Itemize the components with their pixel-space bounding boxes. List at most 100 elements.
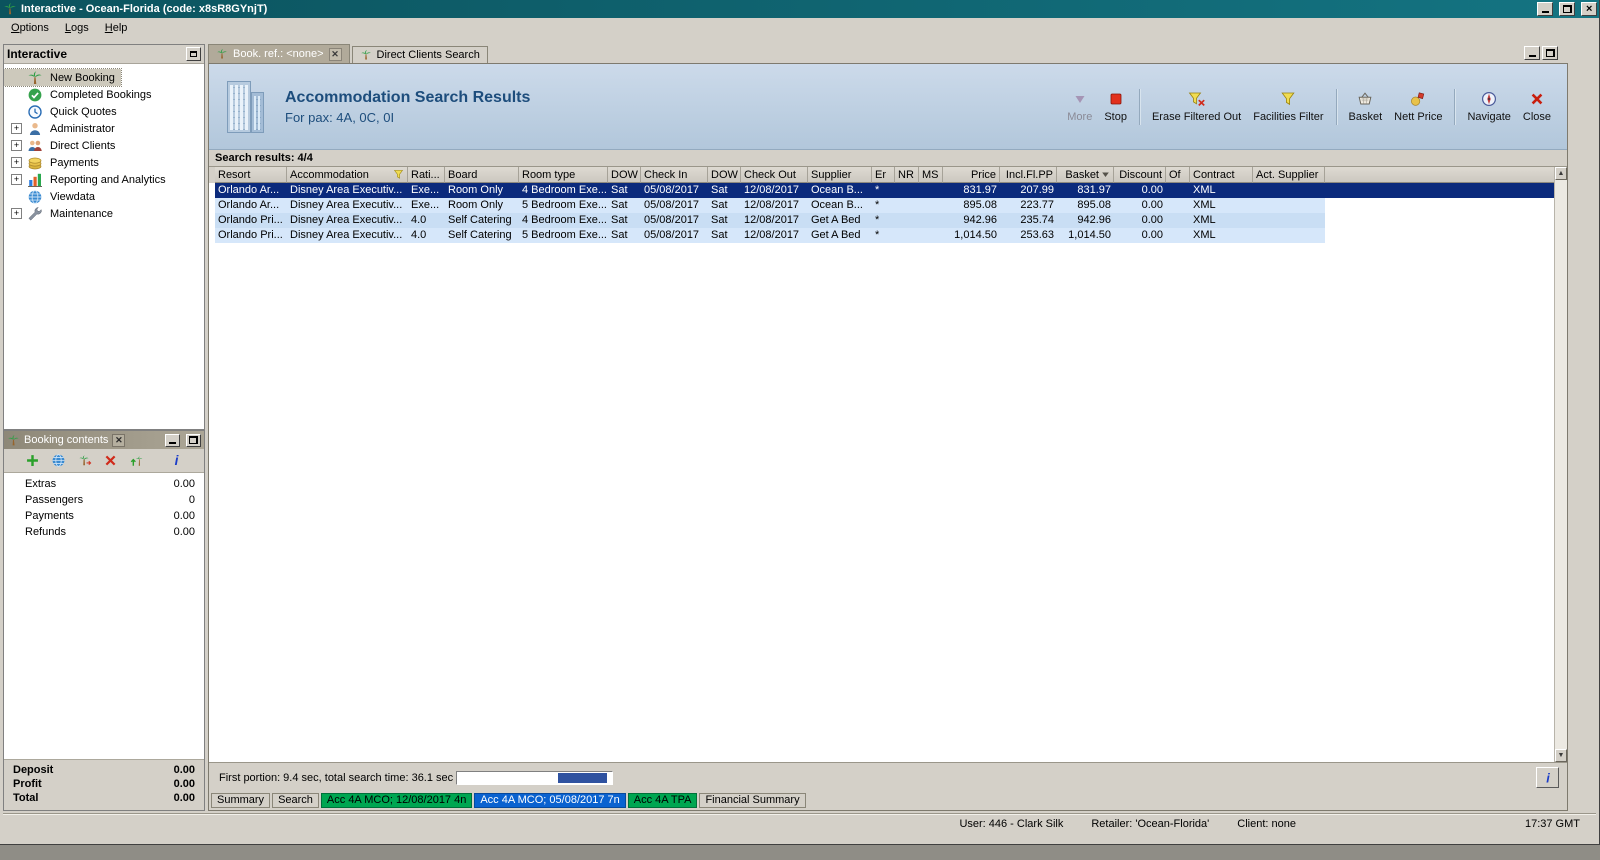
child-restore-button[interactable] [1542,46,1558,60]
column-header-dow[interactable]: DOW [608,167,641,183]
restore-button[interactable] [1559,2,1575,16]
view-tab-acc-4a-mco-12-08-2017-4n[interactable]: Acc 4A MCO; 12/08/2017 4n [320,793,473,808]
sidebar-item-label: Administrator [50,122,115,135]
filter-funnel-icon[interactable] [393,169,404,180]
sidebar-item-completed-bookings[interactable]: Completed Bookings [4,86,204,103]
result-row[interactable]: Orlando Pri... Disney Area Executiv... 4.0… [209,228,1325,243]
booking-item-payments[interactable]: Payments 0.00 [4,508,204,524]
expand-spacer [11,89,22,100]
child-minimize-button[interactable] [1524,46,1540,60]
close-button[interactable]: Close [1517,89,1557,125]
cell-basket: 1,014.50 [1068,229,1111,241]
sidebar-item-administrator[interactable]: + Administrator [4,120,204,137]
sidebar-item-viewdata[interactable]: Viewdata [4,188,204,205]
menu-help[interactable]: Help [97,20,136,37]
column-header-check-in[interactable]: Check In [641,167,708,183]
sidebar-item-label: Quick Quotes [50,105,117,118]
stop-button[interactable]: Stop [1098,89,1133,125]
result-row[interactable]: Orlando Ar... Disney Area Executiv... Exe.… [209,198,1325,213]
column-header-of[interactable]: Of [1166,167,1190,183]
upload-button[interactable] [128,452,145,469]
sidebar-item-reporting-and-analytics[interactable]: + Reporting and Analytics [4,171,204,188]
cell-nr [895,198,919,213]
status-user: User: 446 - Clark Silk [959,817,1064,830]
cell-contract: XML [1193,229,1216,241]
document-tab-book-ref-none[interactable]: Book. ref.: <none> ✕ [208,44,350,63]
column-header-ms[interactable]: MS [919,167,943,183]
info-button[interactable]: i [168,452,185,469]
cell-dow: Sat [611,229,628,241]
nett-price-button[interactable]: Nett Price [1388,89,1448,125]
booking-item-passengers[interactable]: Passengers 0 [4,492,204,508]
scroll-up-icon[interactable]: ▲ [1555,167,1567,180]
export-button[interactable] [76,452,93,469]
column-header-board[interactable]: Board [445,167,519,183]
column-header-incl-fl-pp[interactable]: Incl.Fl.PP [1000,167,1057,183]
sidebar-item-direct-clients[interactable]: + Direct Clients [4,137,204,154]
erase-filtered-out-button[interactable]: Erase Filtered Out [1146,89,1247,125]
close-button[interactable]: × [1581,2,1597,16]
column-header-nr[interactable]: NR [895,167,919,183]
cell-nr [895,183,919,198]
column-header-act-supplier[interactable]: Act. Supplier [1253,167,1325,183]
column-header-basket[interactable]: Basket [1057,167,1114,183]
view-tab-search[interactable]: Search [272,793,319,808]
cell-contract: XML [1193,184,1216,196]
booking-contents-restore-button[interactable] [186,433,201,447]
column-header-contract[interactable]: Contract [1190,167,1253,183]
expand-icon[interactable]: + [11,140,22,151]
booking-item-refunds[interactable]: Refunds 0.00 [4,524,204,540]
view-tab-financial-summary[interactable]: Financial Summary [699,793,806,808]
expand-icon[interactable]: + [11,157,22,168]
vertical-scrollbar[interactable]: ▲ ▼ [1554,167,1567,762]
view-tab-bar: Summary Search Acc 4A MCO; 12/08/2017 4n Ac… [209,792,1567,810]
view-tab-acc-4a-tpa[interactable]: Acc 4A TPA [627,793,698,808]
column-header-er[interactable]: Er [872,167,895,183]
view-tab-summary[interactable]: Summary [211,793,271,808]
sidebar-item-maintenance[interactable]: + Maintenance [4,205,204,222]
sort-desc-icon[interactable] [1101,170,1110,179]
basket-button[interactable]: Basket [1343,89,1389,125]
booking-item-extras[interactable]: Extras 0.00 [4,476,204,492]
column-header-rati[interactable]: Rati... [408,167,445,183]
more-button[interactable]: More [1061,89,1098,125]
scroll-down-icon[interactable]: ▼ [1555,749,1567,762]
cell-incl-fl-pp: 207.99 [1020,184,1054,196]
cell-price: 895.08 [963,199,997,211]
delete-button[interactable] [102,452,119,469]
column-header-supplier[interactable]: Supplier [808,167,872,183]
menu-logs[interactable]: Logs [57,20,97,37]
menu-options[interactable]: Options [3,20,57,37]
expand-icon[interactable]: + [11,208,22,219]
column-header-accommodation[interactable]: Accommodation [287,167,408,183]
column-header-resort[interactable]: Resort [215,167,287,183]
result-row[interactable]: Orlando Ar... Disney Area Executiv... Exe.… [209,183,1567,198]
expand-icon[interactable]: + [11,123,22,134]
result-row[interactable]: Orlando Pri... Disney Area Executiv... 4.0… [209,213,1325,228]
facilities-filter-button[interactable]: Facilities Filter [1247,89,1329,125]
add-plus-icon [25,453,40,468]
cell-board: Self Catering [448,229,512,241]
panel-collapse-button[interactable] [186,47,201,61]
column-header-check-out[interactable]: Check Out [741,167,808,183]
column-header-price[interactable]: Price [943,167,1000,183]
sidebar-item-new-booking[interactable]: New Booking [4,68,122,87]
document-tab-direct-clients-search[interactable]: Direct Clients Search [351,46,488,63]
info-button[interactable]: i [1536,767,1559,788]
navigate-button[interactable]: Navigate [1461,89,1516,125]
add-button[interactable] [24,452,41,469]
expand-icon[interactable]: + [11,174,22,185]
sidebar-item-quick-quotes[interactable]: Quick Quotes [4,103,204,120]
booking-contents-close-icon[interactable]: ✕ [112,433,126,447]
world-button[interactable] [50,452,67,469]
tab-close-icon[interactable]: ✕ [328,47,342,61]
svg-text:i: i [174,453,178,468]
column-header-room-type[interactable]: Room type [519,167,608,183]
column-header-discount[interactable]: Discount [1114,167,1166,183]
sidebar-item-payments[interactable]: + Payments [4,154,204,171]
cell-er: * [875,214,880,226]
view-tab-acc-4a-mco-05-08-2017-7n[interactable]: Acc 4A MCO; 05/08/2017 7n [474,793,626,808]
booking-contents-minimize-button[interactable] [165,433,180,447]
column-header-dow[interactable]: DOW [708,167,741,183]
minimize-button[interactable] [1537,2,1553,16]
